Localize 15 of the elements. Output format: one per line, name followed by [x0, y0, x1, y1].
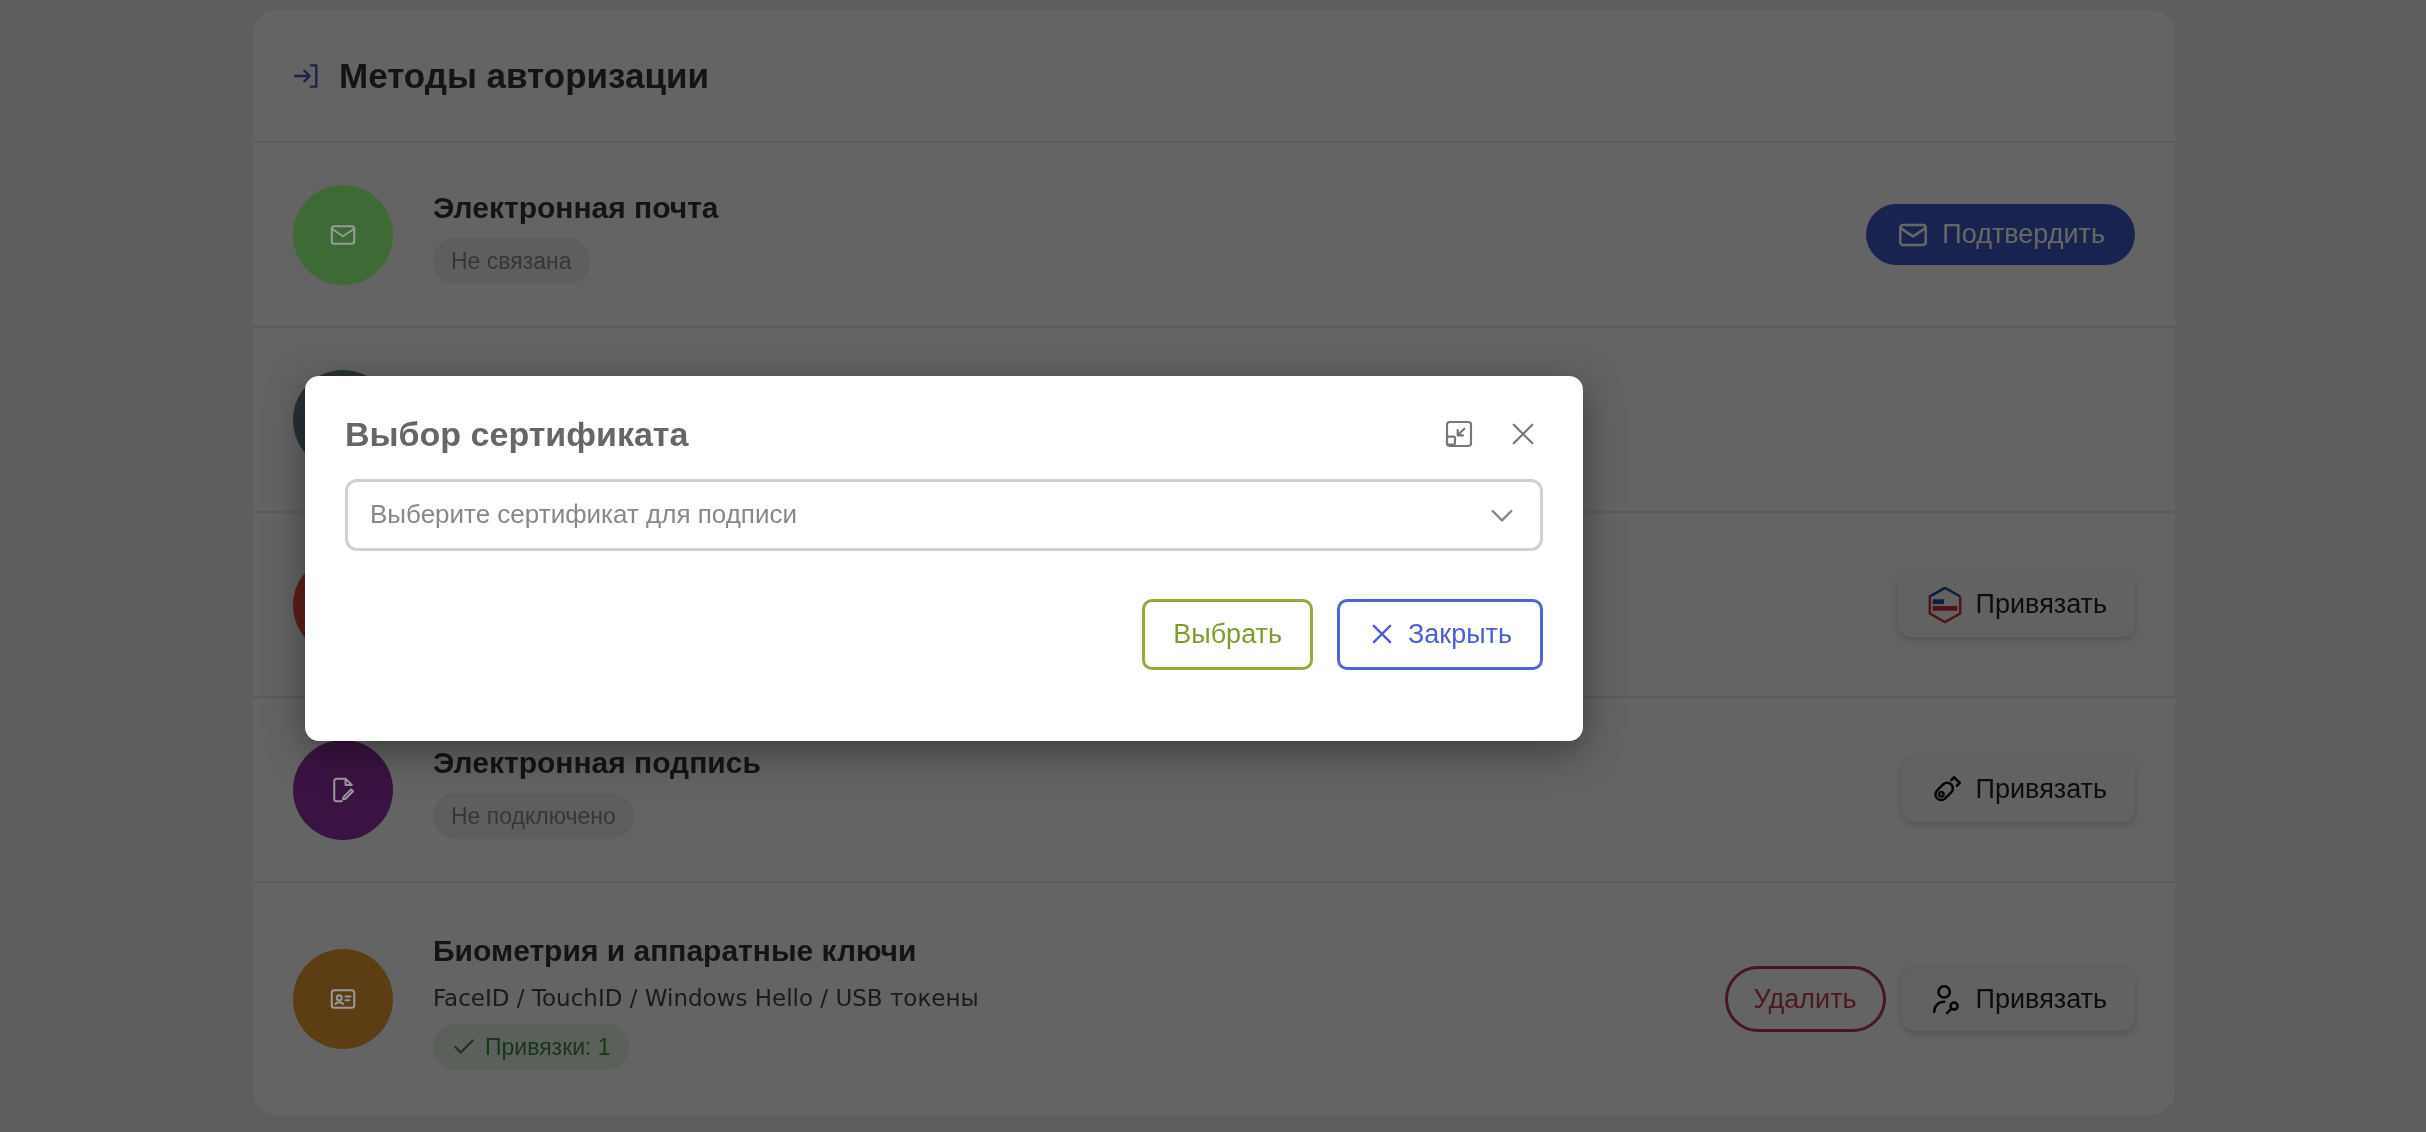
method-title: Электронная почта — [433, 189, 720, 226]
delete-button[interactable]: Удалить — [1724, 965, 1886, 1033]
dialog-title: Выбор сертификата — [345, 414, 690, 455]
link-button[interactable]: Привязать — [1901, 966, 2135, 1032]
select-button[interactable]: Выбрать — [1142, 598, 1313, 670]
link-button[interactable]: Привязать — [1901, 757, 2135, 822]
status-badge: Привязки: 1 — [433, 1023, 629, 1070]
close-dialog-button[interactable]: Закрыть — [1337, 598, 1543, 670]
certificate-select[interactable]: Выберите сертификат для подписи — [345, 478, 1543, 551]
section-title: Методы авторизации — [339, 54, 709, 97]
method-description: FaceID / TouchID / Windows Hello / USB токены — [433, 984, 980, 1013]
confirm-button[interactable]: Подтвердить — [1866, 204, 2135, 265]
method-title: Биометрия и аппаратные ключи — [433, 933, 918, 969]
link-button[interactable]: Привязать — [1897, 572, 2135, 637]
method-title: Электронная подпись — [433, 744, 762, 781]
